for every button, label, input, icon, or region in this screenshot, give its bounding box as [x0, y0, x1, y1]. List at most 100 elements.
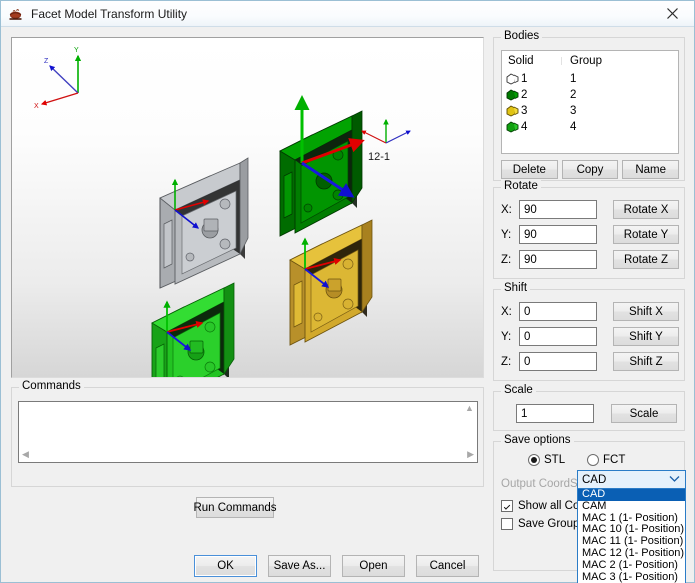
viewport-scene: Y Z X 12-1 — [34, 47, 411, 377]
radio-stl[interactable]: STL — [528, 454, 565, 466]
radio-stl-label: STL — [544, 454, 566, 466]
rotate-z-input[interactable] — [519, 250, 597, 269]
shift-x-label: X: — [501, 305, 512, 318]
radio-stl-indicator[interactable] — [528, 454, 540, 466]
annotation-triad: 12-1 — [361, 118, 411, 163]
window-title: Facet Model Transform Utility — [31, 6, 188, 21]
body-solid-cell: 3 — [502, 105, 562, 117]
shift-y-label: Y: — [501, 330, 512, 343]
shift-z-label: Z: — [501, 355, 512, 368]
dropdown-option[interactable]: MAC 12 (1- Position) — [578, 547, 685, 560]
shift-x-row: X: Shift X — [501, 302, 679, 321]
body-group-number: 1 — [570, 73, 577, 85]
3d-viewport[interactable]: Y Z X 12-1 — [11, 37, 484, 378]
ok-button[interactable]: OK — [194, 555, 257, 577]
shift-x-button[interactable]: Shift X — [613, 302, 679, 321]
radio-fct-indicator[interactable] — [587, 454, 599, 466]
radio-fct-label: FCT — [603, 454, 626, 466]
save-options-label: Save options — [501, 434, 574, 446]
bodies-list[interactable]: Solid Group 1 1 2 2 3 3 4 4 — [501, 50, 679, 154]
title-bar: Facet Model Transform Utility — [1, 1, 694, 27]
shift-y-button[interactable]: Shift Y — [613, 327, 679, 346]
scroll-right-icon[interactable]: ▶ — [467, 449, 474, 459]
rotate-z-button[interactable]: Rotate Z — [613, 250, 679, 269]
bodies-buttons: Delete Copy Name — [501, 160, 680, 179]
rotate-x-button[interactable]: Rotate X — [613, 200, 679, 219]
bodies-group: Bodies Solid Group 1 1 2 2 3 3 4 4 Delet… — [493, 30, 685, 181]
body-group-number: 2 — [570, 89, 577, 101]
app-icon — [8, 6, 24, 22]
footer-buttons: OK Save As... Open Cancel — [194, 555, 479, 577]
rotate-y-row: Y: Rotate Y — [501, 225, 679, 244]
rotate-y-label: Y: — [501, 228, 512, 241]
commands-label: Commands — [19, 380, 84, 392]
copy-button[interactable]: Copy — [561, 160, 619, 179]
rotate-x-label: X: — [501, 203, 512, 216]
rotate-label: Rotate — [501, 180, 541, 192]
shift-y-input[interactable] — [519, 327, 597, 346]
commands-area[interactable]: ▲ ▼ ◀ ▶ — [18, 401, 478, 463]
body-solid-cell: 4 — [502, 121, 562, 133]
solid-icon-green — [506, 89, 519, 101]
column-header-solid[interactable]: Solid — [502, 55, 562, 67]
rotate-z-row: Z: Rotate Z — [501, 250, 679, 269]
scroll-left-icon[interactable]: ◀ — [22, 449, 29, 459]
dropdown-option[interactable]: CAM — [578, 500, 685, 513]
rotate-x-input[interactable] — [519, 200, 597, 219]
rotate-y-input[interactable] — [519, 225, 597, 244]
checkbox-save-groups-indicator[interactable] — [501, 518, 513, 530]
dropdown-option[interactable]: MAC 2 (1- Position) — [578, 559, 685, 572]
body-solid-cell: 1 — [502, 73, 562, 85]
shift-y-row: Y: Shift Y — [501, 327, 679, 346]
table-row[interactable]: 2 2 — [502, 87, 678, 103]
body-solid-number: 4 — [521, 121, 528, 133]
rotate-y-button[interactable]: Rotate Y — [613, 225, 679, 244]
scroll-up-icon[interactable]: ▲ — [465, 404, 474, 413]
viewport-annotation: 12-1 — [368, 151, 390, 163]
output-coordsys-combobox[interactable]: CAD — [577, 470, 686, 489]
shift-x-input[interactable] — [519, 302, 597, 321]
shift-z-button[interactable]: Shift Z — [613, 352, 679, 371]
body-solid-number: 3 — [521, 105, 528, 117]
shift-label: Shift — [501, 282, 531, 294]
axis-triad-icon: Y Z X — [34, 47, 82, 110]
run-commands-button[interactable]: Run Commands — [193, 497, 277, 518]
chevron-down-icon[interactable] — [669, 475, 680, 483]
checkbox-show-all-indicator[interactable] — [501, 500, 513, 512]
table-row[interactable]: 3 3 — [502, 103, 678, 119]
part-yellow — [289, 219, 373, 346]
part-gray — [159, 157, 249, 289]
scale-input[interactable] — [516, 404, 594, 423]
save-as-button[interactable]: Save As... — [268, 555, 331, 577]
column-header-group[interactable]: Group — [562, 55, 602, 67]
open-button[interactable]: Open — [342, 555, 405, 577]
solid-icon-green2 — [506, 121, 519, 133]
body-group-number: 3 — [570, 105, 577, 117]
svg-text:Y: Y — [74, 47, 79, 54]
shift-z-row: Z: Shift Z — [501, 352, 679, 371]
shift-z-input[interactable] — [519, 352, 597, 371]
svg-text:X: X — [34, 103, 39, 110]
name-button[interactable]: Name — [622, 160, 680, 179]
solid-icon-white — [506, 73, 519, 85]
delete-button[interactable]: Delete — [501, 160, 558, 179]
scale-group: Scale Scale — [493, 384, 685, 431]
output-coordsys-dropdown-list[interactable]: CAD CAM MAC 1 (1- Position) MAC 10 (1- P… — [577, 489, 686, 583]
body-solid-number: 2 — [521, 89, 528, 101]
bodies-label: Bodies — [501, 30, 543, 42]
scale-button[interactable]: Scale — [611, 404, 677, 423]
dropdown-option[interactable]: MAC 3 (1- Position) — [578, 571, 685, 583]
radio-fct[interactable]: FCT — [587, 454, 625, 466]
solid-icon-yellow — [506, 105, 519, 117]
rotate-x-row: X: Rotate X — [501, 200, 679, 219]
table-row[interactable]: 1 1 — [502, 71, 678, 87]
rotate-group: Rotate X: Rotate X Y: Rotate Y Z: Rotate… — [493, 180, 685, 279]
body-solid-number: 1 — [521, 73, 528, 85]
commands-horizontal-scrollbar[interactable]: ◀ ▶ — [20, 447, 476, 461]
svg-text:Z: Z — [44, 58, 49, 65]
cancel-button[interactable]: Cancel — [416, 555, 479, 577]
scale-label: Scale — [501, 384, 536, 396]
table-row[interactable]: 4 4 — [502, 119, 678, 135]
close-icon[interactable] — [650, 1, 694, 26]
commands-group: Commands ▲ ▼ ◀ ▶ — [11, 380, 484, 487]
